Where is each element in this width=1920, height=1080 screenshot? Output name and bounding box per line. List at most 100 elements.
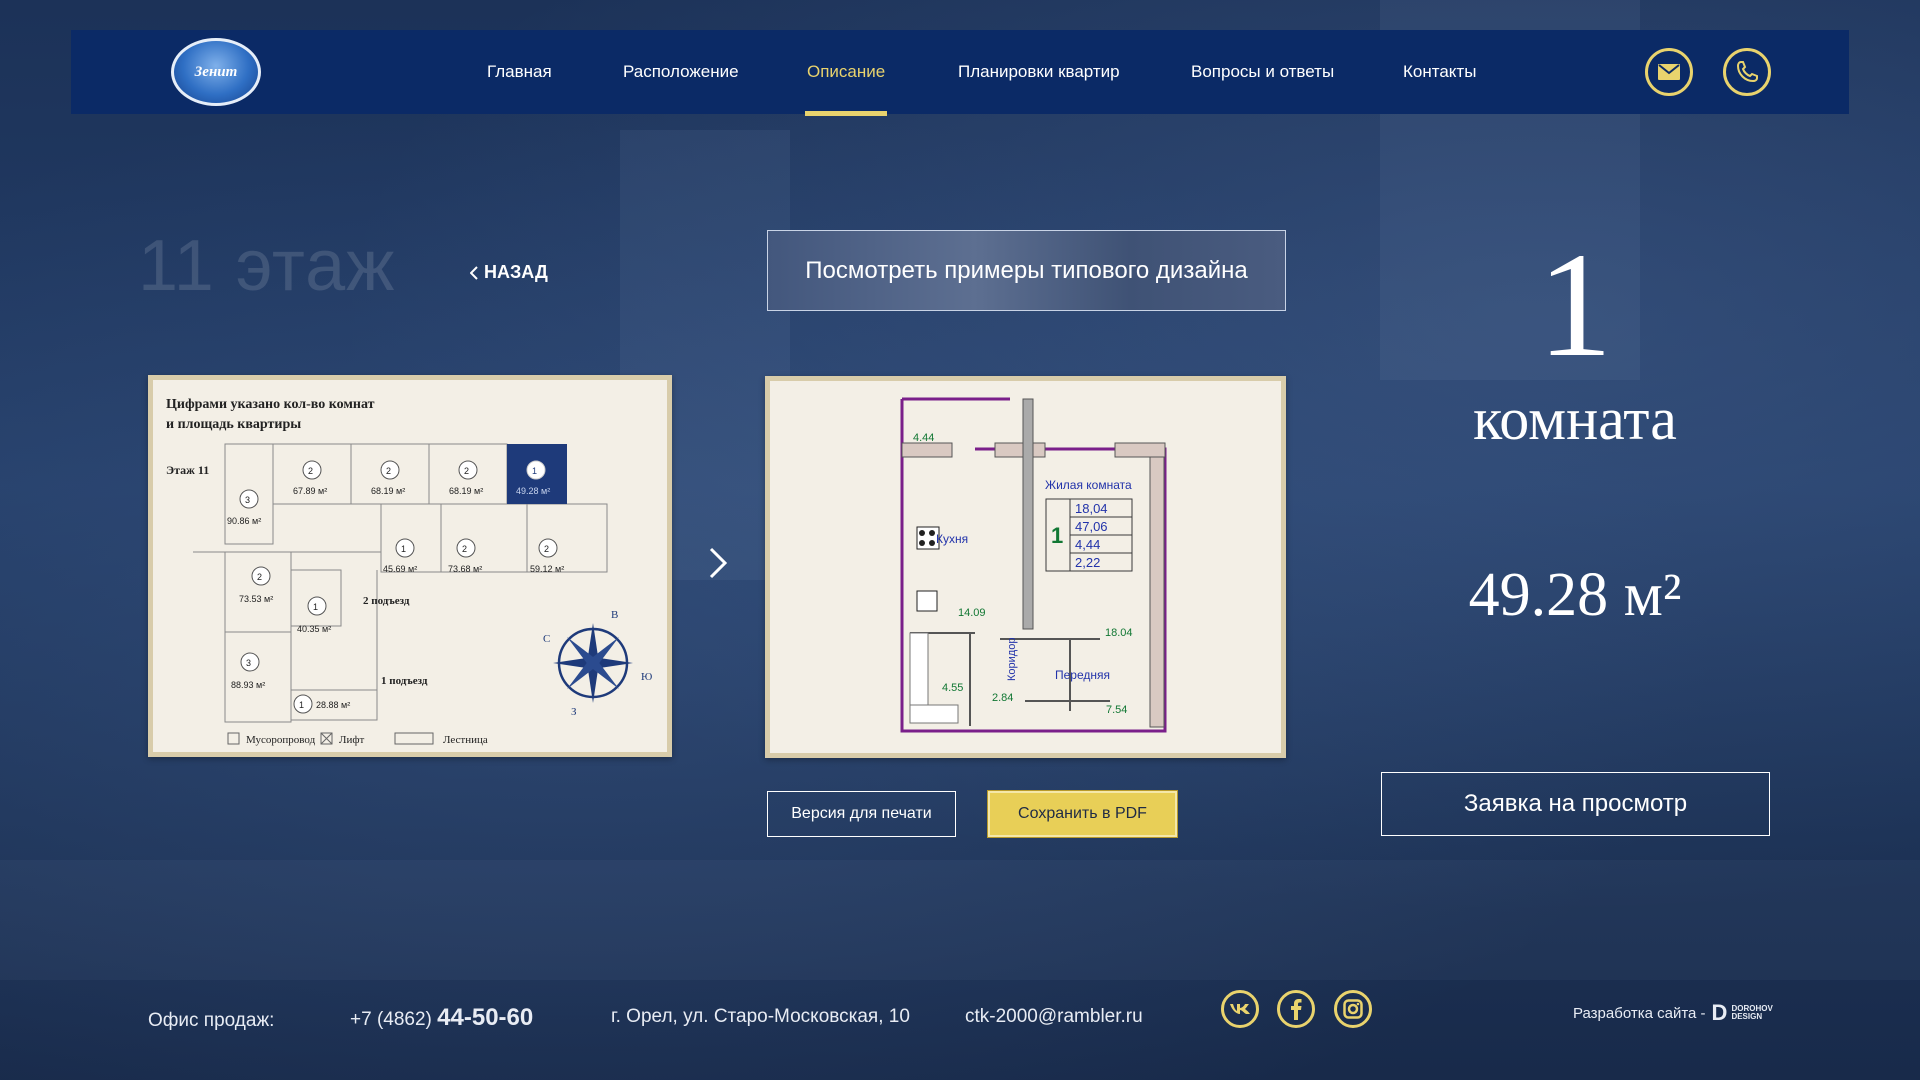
apt-rooms: 2 bbox=[386, 466, 391, 476]
save-pdf-button[interactable]: Сохранить в PDF bbox=[987, 790, 1178, 838]
area-table-3: 4,44 bbox=[1075, 537, 1100, 552]
apt-rooms: 1 bbox=[299, 700, 304, 710]
phone-number: 44-50-60 bbox=[437, 1004, 534, 1031]
office-address: г. Орел, ул. Старо-Московская, 10 bbox=[611, 1006, 910, 1027]
compass-west: З bbox=[571, 706, 577, 718]
floor-plan-caption-2: и площадь квартиры bbox=[166, 417, 301, 432]
living-room-label: Жилая комната bbox=[1045, 478, 1132, 492]
apartment-plan-image: Жилая комната Кухня Передняя 18,04 47,06… bbox=[900, 397, 1167, 733]
apt-rooms: 2 bbox=[544, 544, 549, 554]
area-table-1: 18,04 bbox=[1075, 501, 1108, 516]
phone-prefix: +7 (4862) bbox=[350, 1009, 432, 1030]
logo-text: Зенит bbox=[194, 63, 238, 80]
nav-item-home[interactable]: Главная bbox=[487, 30, 552, 114]
apt-area: 68.19 м² bbox=[449, 486, 483, 496]
developer-brand-line2: DESIGN bbox=[1731, 1012, 1763, 1021]
entrance-1-label: 1 подъезд bbox=[381, 675, 428, 687]
background-building bbox=[0, 860, 1920, 980]
apt-rooms: 2 bbox=[308, 466, 313, 476]
instagram-icon bbox=[1343, 999, 1363, 1019]
apt-area: 59.12 м² bbox=[530, 564, 564, 574]
apt-area: 40.35 м² bbox=[297, 624, 331, 634]
apt-rooms: 3 bbox=[246, 658, 251, 668]
nav-item-contacts[interactable]: Контакты bbox=[1403, 30, 1476, 114]
apt-area: 73.53 м² bbox=[239, 594, 273, 604]
apt-rooms: 1 bbox=[532, 466, 537, 476]
office-phone[interactable]: +7 (4862) 44-50-60 bbox=[350, 1004, 533, 1032]
apt-rooms: 2 bbox=[462, 544, 467, 554]
chevron-left-icon bbox=[470, 265, 478, 280]
next-plan-arrow[interactable] bbox=[708, 546, 728, 585]
developer-label: Разработка сайта - bbox=[1573, 1004, 1706, 1022]
apt-rooms: 2 bbox=[464, 466, 469, 476]
compass-south: Ю bbox=[641, 671, 652, 683]
vk-icon bbox=[1230, 1004, 1250, 1014]
apt-area: 28.88 м² bbox=[316, 700, 350, 710]
nav-item-faq[interactable]: Вопросы и ответы bbox=[1191, 30, 1334, 114]
apt-area: 45.69 м² bbox=[383, 564, 417, 574]
nav-item-location[interactable]: Расположение bbox=[623, 30, 739, 114]
compass-rose-icon: С В Ю З bbox=[543, 609, 652, 718]
mail-button[interactable] bbox=[1645, 48, 1693, 96]
compass-east: В bbox=[611, 609, 618, 621]
office-email[interactable]: ctk-2000@rambler.ru bbox=[965, 1006, 1143, 1028]
dim-label: 4.55 bbox=[942, 682, 963, 694]
apt-rooms: 1 bbox=[401, 544, 406, 554]
dim-label: 2.84 bbox=[992, 692, 1013, 704]
chevron-right-icon bbox=[709, 547, 728, 579]
nav-item-description[interactable]: Описание bbox=[804, 30, 888, 116]
instagram-link[interactable] bbox=[1334, 990, 1372, 1028]
apt-area: 90.86 м² bbox=[227, 516, 261, 526]
site-footer: Офис продаж: +7 (4862) 44-50-60 г. Орел,… bbox=[0, 990, 1920, 1050]
apartment-plan-card[interactable]: Жилая комната Кухня Передняя 18,04 47,06… bbox=[765, 376, 1286, 758]
floor-label: Этаж 11 bbox=[166, 463, 209, 477]
apartment-area: 49.28 м² bbox=[1468, 561, 1682, 629]
site-logo[interactable]: Зенит bbox=[171, 38, 261, 106]
area-table-2: 47,06 bbox=[1075, 519, 1108, 534]
back-link[interactable]: НАЗАД bbox=[470, 262, 548, 283]
rooms-word: комната bbox=[1473, 386, 1677, 452]
office-label: Офис продаж: bbox=[148, 1010, 275, 1031]
legend-stairs: Лестница bbox=[443, 734, 488, 746]
hall-label: Передняя bbox=[1055, 668, 1110, 682]
request-viewing-button[interactable]: Заявка на просмотр bbox=[1381, 772, 1770, 836]
room-count-label: 1 bbox=[1051, 523, 1063, 548]
vk-link[interactable] bbox=[1221, 990, 1259, 1028]
dim-label: 4.44 bbox=[913, 432, 934, 444]
floor-plan-image: Цифрами указано кол-во комнат и площадь … bbox=[166, 397, 652, 746]
apt-rooms: 2 bbox=[257, 572, 262, 582]
dim-label: 14.09 bbox=[958, 607, 986, 619]
apt-area: 73.68 м² bbox=[448, 564, 482, 574]
facebook-link[interactable] bbox=[1277, 990, 1315, 1028]
print-version-button[interactable]: Версия для печати bbox=[767, 791, 956, 837]
nav-item-floor-plans[interactable]: Планировки квартир bbox=[958, 30, 1120, 114]
apt-rooms: 1 bbox=[313, 602, 318, 612]
dim-label: 18.04 bbox=[1105, 627, 1133, 639]
apt-area: 49.28 м² bbox=[516, 486, 550, 496]
corridor-label: Коридор bbox=[1006, 638, 1018, 681]
floor-title: 11 этаж bbox=[138, 226, 396, 306]
developer-credit[interactable]: Разработка сайта - D DOROHOV DESIGN bbox=[1573, 1002, 1773, 1024]
apt-area: 88.93 м² bbox=[231, 680, 265, 690]
area-table-4: 2,22 bbox=[1075, 555, 1100, 570]
facebook-icon bbox=[1291, 999, 1302, 1020]
phone-button[interactable] bbox=[1723, 48, 1771, 96]
phone-icon bbox=[1736, 61, 1758, 83]
entrance-2-label: 2 подъезд bbox=[363, 595, 410, 607]
floor-plan-card[interactable]: Цифрами указано кол-во комнат и площадь … bbox=[148, 375, 672, 757]
kitchen-label: Кухня bbox=[936, 532, 968, 546]
legend-chute: Мусоропровод bbox=[246, 734, 316, 746]
design-examples-banner[interactable]: Посмотреть примеры типового дизайна bbox=[767, 230, 1286, 311]
apt-rooms: 3 bbox=[245, 495, 250, 505]
dim-label: 7.54 bbox=[1106, 704, 1127, 716]
floor-plan-caption-1: Цифрами указано кол-во комнат bbox=[166, 397, 375, 412]
developer-logo: D DOROHOV DESIGN bbox=[1711, 1000, 1773, 1025]
compass-north: С bbox=[543, 633, 550, 645]
mail-icon bbox=[1658, 64, 1680, 80]
apt-area: 68.19 м² bbox=[371, 486, 405, 496]
site-header: Зенит Главная Расположение Описание План… bbox=[71, 30, 1849, 116]
apt-area: 67.89 м² bbox=[293, 486, 327, 496]
legend-elevator: Лифт bbox=[339, 734, 364, 746]
back-label: НАЗАД bbox=[484, 262, 548, 282]
rooms-number: 1 bbox=[1537, 222, 1613, 388]
